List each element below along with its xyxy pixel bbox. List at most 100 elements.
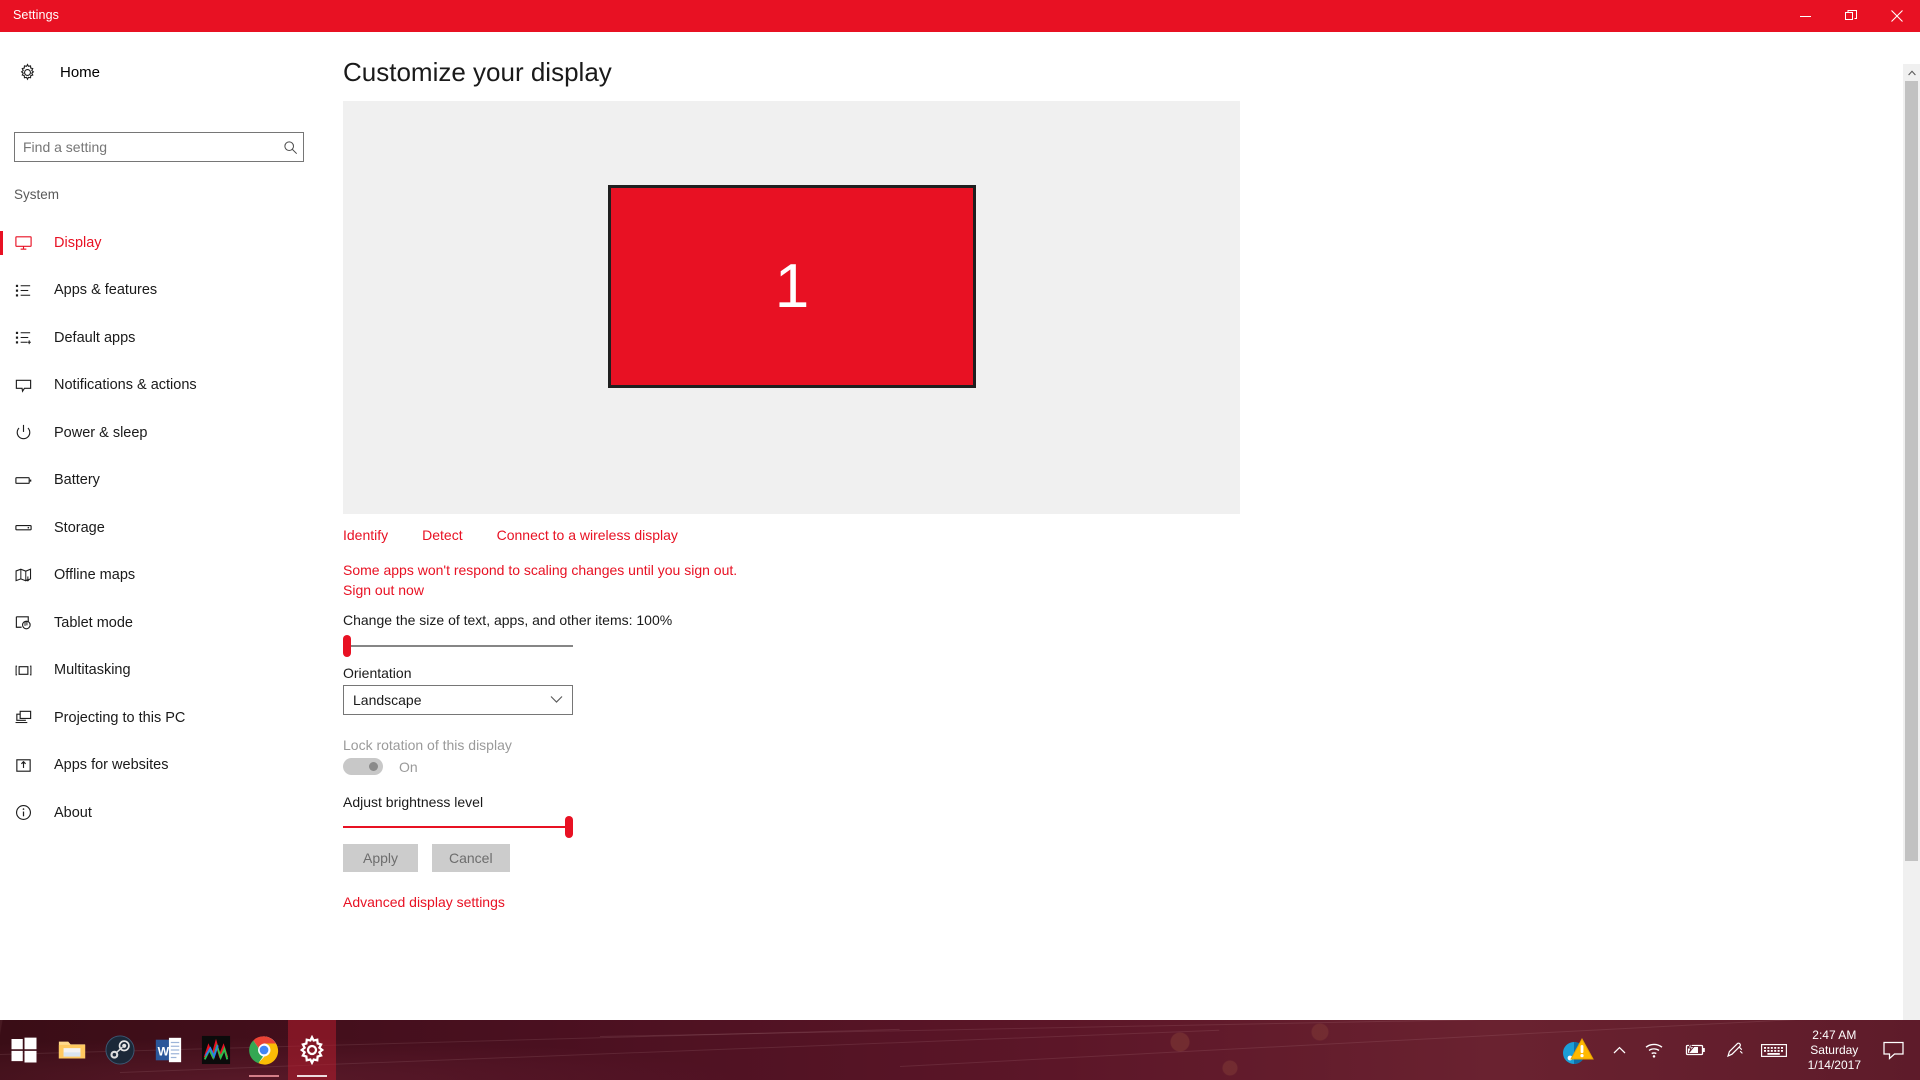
sidebar-item-storage[interactable]: Storage bbox=[0, 504, 330, 552]
sidebar-item-display[interactable]: Display bbox=[0, 219, 330, 267]
scaling-warning-text: Some apps won't respond to scaling chang… bbox=[343, 562, 738, 578]
scrollbar-thumb[interactable] bbox=[1905, 81, 1918, 861]
advanced-display-settings-link[interactable]: Advanced display settings bbox=[343, 894, 505, 910]
sidebar-item-label: Multitasking bbox=[54, 662, 131, 679]
sidebar-item-label: Default apps bbox=[54, 329, 136, 346]
apps-website-icon bbox=[14, 756, 44, 775]
orientation-dropdown[interactable]: Landscape bbox=[343, 685, 573, 715]
scaling-slider[interactable] bbox=[343, 634, 573, 658]
brightness-slider-fill bbox=[343, 826, 569, 828]
lock-rotation-label: Lock rotation of this display bbox=[343, 737, 512, 753]
start-button[interactable] bbox=[0, 1020, 48, 1080]
sidebar-item-power-sleep[interactable]: Power & sleep bbox=[0, 409, 330, 457]
sidebar-item-projecting-to-this-pc[interactable]: Projecting to this PC bbox=[0, 694, 330, 742]
button-row: Apply Cancel bbox=[343, 844, 524, 872]
lock-rotation-state: On bbox=[399, 758, 418, 775]
sidebar-item-label: Storage bbox=[54, 519, 105, 536]
settings-gear-icon bbox=[299, 1035, 325, 1065]
vertical-scrollbar[interactable] bbox=[1903, 64, 1920, 1052]
identify-link[interactable]: Identify bbox=[343, 527, 388, 543]
sidebar-item-home[interactable]: Home bbox=[14, 54, 309, 90]
sidebar-home-label: Home bbox=[60, 63, 101, 81]
cancel-button[interactable]: Cancel bbox=[432, 844, 510, 872]
sidebar-item-offline-maps[interactable]: Offline maps bbox=[0, 552, 330, 600]
window-title: Settings bbox=[13, 8, 59, 22]
scroll-up-arrow-icon[interactable] bbox=[1903, 64, 1920, 81]
taskbar-item-steam[interactable] bbox=[96, 1020, 144, 1080]
system-tray: 2:47 AM Saturday 1/14/2017 bbox=[1550, 1020, 1920, 1080]
window-controls bbox=[1782, 0, 1920, 32]
taskbar-running-indicator bbox=[249, 1075, 279, 1077]
taskbar-item-word[interactable]: W bbox=[144, 1020, 192, 1080]
detect-link[interactable]: Detect bbox=[422, 527, 462, 543]
clock-day: Saturday bbox=[1810, 1042, 1859, 1057]
taskbar-item-settings[interactable] bbox=[288, 1020, 336, 1080]
sidebar-item-multitasking[interactable]: Multitasking bbox=[0, 647, 330, 695]
svg-text:W: W bbox=[158, 1045, 170, 1059]
show-hidden-icons-chevron[interactable] bbox=[1604, 1020, 1635, 1080]
notification-icon bbox=[14, 376, 44, 395]
connect-wireless-display-link[interactable]: Connect to a wireless display bbox=[497, 527, 678, 543]
sidebar-item-about[interactable]: About bbox=[0, 789, 330, 837]
lock-rotation-toggle bbox=[343, 758, 383, 775]
sidebar-item-apps-for-websites[interactable]: Apps for websites bbox=[0, 742, 330, 790]
monitor-1-thumbnail[interactable]: 1 bbox=[608, 185, 976, 388]
brightness-label: Adjust brightness level bbox=[343, 794, 484, 810]
brightness-slider[interactable] bbox=[343, 815, 573, 839]
window-body: Home System bbox=[0, 32, 1920, 1052]
search-input[interactable] bbox=[15, 133, 277, 161]
gear-icon bbox=[14, 62, 52, 82]
taskbar-app-area: W bbox=[0, 1020, 336, 1080]
scaling-slider-thumb[interactable] bbox=[343, 635, 351, 657]
brightness-slider-thumb[interactable] bbox=[565, 816, 573, 838]
taskbar-clock[interactable]: 2:47 AM Saturday 1/14/2017 bbox=[1796, 1020, 1873, 1080]
title-bar: Settings bbox=[0, 0, 1920, 32]
taskbar: W 2:47 AM Saturday 1/14/2017 bbox=[0, 1020, 1920, 1080]
tablet-touch-icon bbox=[14, 613, 44, 632]
sidebar-item-default-apps[interactable]: Default apps bbox=[0, 314, 330, 362]
orientation-label: Orientation bbox=[343, 665, 412, 681]
sidebar-item-label: Tablet mode bbox=[54, 614, 133, 631]
taskbar-item-file-explorer[interactable] bbox=[48, 1020, 96, 1080]
minimize-button[interactable] bbox=[1782, 0, 1828, 32]
apply-button[interactable]: Apply bbox=[343, 844, 418, 872]
orientation-value: Landscape bbox=[353, 692, 422, 708]
storage-icon bbox=[14, 518, 44, 537]
list-plus-icon bbox=[14, 328, 44, 347]
windows-logo-icon bbox=[11, 1037, 37, 1063]
sidebar-item-label: About bbox=[54, 804, 92, 821]
scaling-label: Change the size of text, apps, and other… bbox=[343, 612, 673, 628]
sidebar-group-label: System bbox=[14, 187, 60, 202]
display-preview-pane: 1 bbox=[343, 101, 1240, 514]
main-content: Customize your display 1 Identify Detect… bbox=[330, 32, 1890, 1020]
sidebar-item-label: Power & sleep bbox=[54, 424, 148, 441]
sign-out-now-link[interactable]: Sign out now bbox=[343, 582, 424, 598]
settings-window: Settings Home Find a setting System Disp… bbox=[0, 0, 1920, 1080]
pen-icon[interactable] bbox=[1716, 1020, 1752, 1080]
projecting-icon bbox=[14, 708, 44, 727]
sidebar-item-label: Battery bbox=[54, 472, 100, 489]
sidebar-item-label: Apps for websites bbox=[54, 757, 169, 774]
map-download-icon bbox=[14, 566, 44, 585]
sidebar: Home System bbox=[0, 32, 330, 1020]
action-center-icon[interactable] bbox=[1873, 1020, 1920, 1080]
sidebar-nav-list: Display Apps & features Default apps Not… bbox=[0, 219, 330, 837]
chrome-icon bbox=[249, 1036, 279, 1065]
paint-app-icon bbox=[201, 1035, 231, 1065]
search-box[interactable] bbox=[14, 132, 304, 162]
monitor-number: 1 bbox=[774, 251, 810, 321]
taskbar-item-paint-app[interactable] bbox=[192, 1020, 240, 1080]
security-warning-icon[interactable] bbox=[1550, 1020, 1604, 1080]
wifi-icon[interactable] bbox=[1635, 1020, 1673, 1080]
restore-button[interactable] bbox=[1828, 0, 1874, 32]
info-icon bbox=[14, 803, 44, 822]
scaling-slider-track bbox=[343, 645, 573, 647]
sidebar-item-apps-features[interactable]: Apps & features bbox=[0, 267, 330, 315]
touch-keyboard-icon[interactable] bbox=[1752, 1020, 1796, 1080]
sidebar-item-battery[interactable]: Battery bbox=[0, 457, 330, 505]
taskbar-item-chrome[interactable] bbox=[240, 1020, 288, 1080]
sidebar-item-tablet-mode[interactable]: Tablet mode bbox=[0, 599, 330, 647]
sidebar-item-notifications-actions[interactable]: Notifications & actions bbox=[0, 362, 330, 410]
close-button[interactable] bbox=[1874, 0, 1920, 32]
battery-charging-icon[interactable] bbox=[1673, 1020, 1716, 1080]
